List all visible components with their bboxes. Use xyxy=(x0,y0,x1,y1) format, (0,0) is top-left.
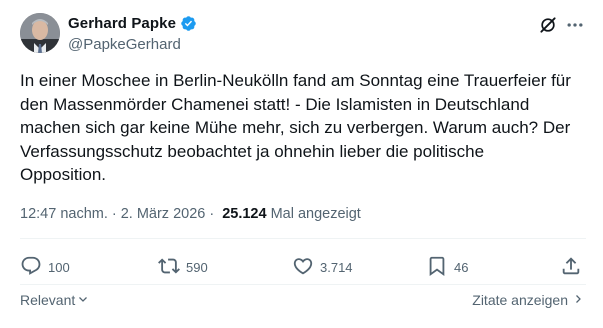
author-display-name[interactable]: Gerhard Papke xyxy=(68,15,176,32)
tweet-time[interactable]: 12:47 nachm. xyxy=(20,206,108,222)
repost-button[interactable]: 590 xyxy=(158,255,208,280)
views-count: 25.124 xyxy=(222,206,267,222)
view-quotes-label: Zitate anzeigen xyxy=(472,292,568,308)
grok-slash-icon[interactable] xyxy=(537,14,559,36)
more-dots-icon[interactable] xyxy=(563,14,587,36)
chevron-right-icon xyxy=(572,292,584,308)
reply-icon xyxy=(20,255,42,280)
divider xyxy=(20,238,586,239)
tweet-meta: 12:47 nachm. · 2. März 2026 · 25.124 Mal… xyxy=(20,206,361,222)
tweet-detail: Gerhard Papke @PapkeGerhard In einer Mos… xyxy=(0,0,603,328)
avatar[interactable] xyxy=(20,13,60,53)
repost-count: 590 xyxy=(186,260,208,275)
author-handle[interactable]: @PapkeGerhard xyxy=(68,36,181,53)
tweet-date[interactable]: 2. März 2026 xyxy=(121,206,206,222)
bookmark-icon xyxy=(426,255,448,280)
meta-separator: · xyxy=(209,206,215,222)
share-button[interactable] xyxy=(560,255,582,280)
chevron-down-icon xyxy=(77,292,89,308)
verified-badge-icon xyxy=(180,15,197,32)
repost-icon xyxy=(158,255,180,280)
author-name-row: Gerhard Papke xyxy=(68,15,197,32)
meta-separator: · xyxy=(111,206,117,222)
relevant-label: Relevant xyxy=(20,292,76,308)
action-bar: 100 590 3.714 46 xyxy=(20,255,590,281)
view-quotes-link[interactable]: Zitate anzeigen xyxy=(472,292,584,308)
like-button[interactable]: 3.714 xyxy=(292,255,353,280)
relevant-sort-dropdown[interactable]: Relevant xyxy=(20,292,89,308)
like-count: 3.714 xyxy=(320,260,353,275)
divider xyxy=(20,284,586,285)
bookmark-button[interactable]: 46 xyxy=(426,255,468,280)
bookmark-count: 46 xyxy=(454,260,469,275)
tweet-text: In einer Moschee in Berlin-Neukölln fand… xyxy=(20,71,571,184)
reply-count: 100 xyxy=(48,260,70,275)
reply-button[interactable]: 100 xyxy=(20,255,70,280)
views-label: Mal angezeigt xyxy=(270,206,361,222)
heart-icon xyxy=(292,255,314,280)
share-icon xyxy=(560,255,582,280)
